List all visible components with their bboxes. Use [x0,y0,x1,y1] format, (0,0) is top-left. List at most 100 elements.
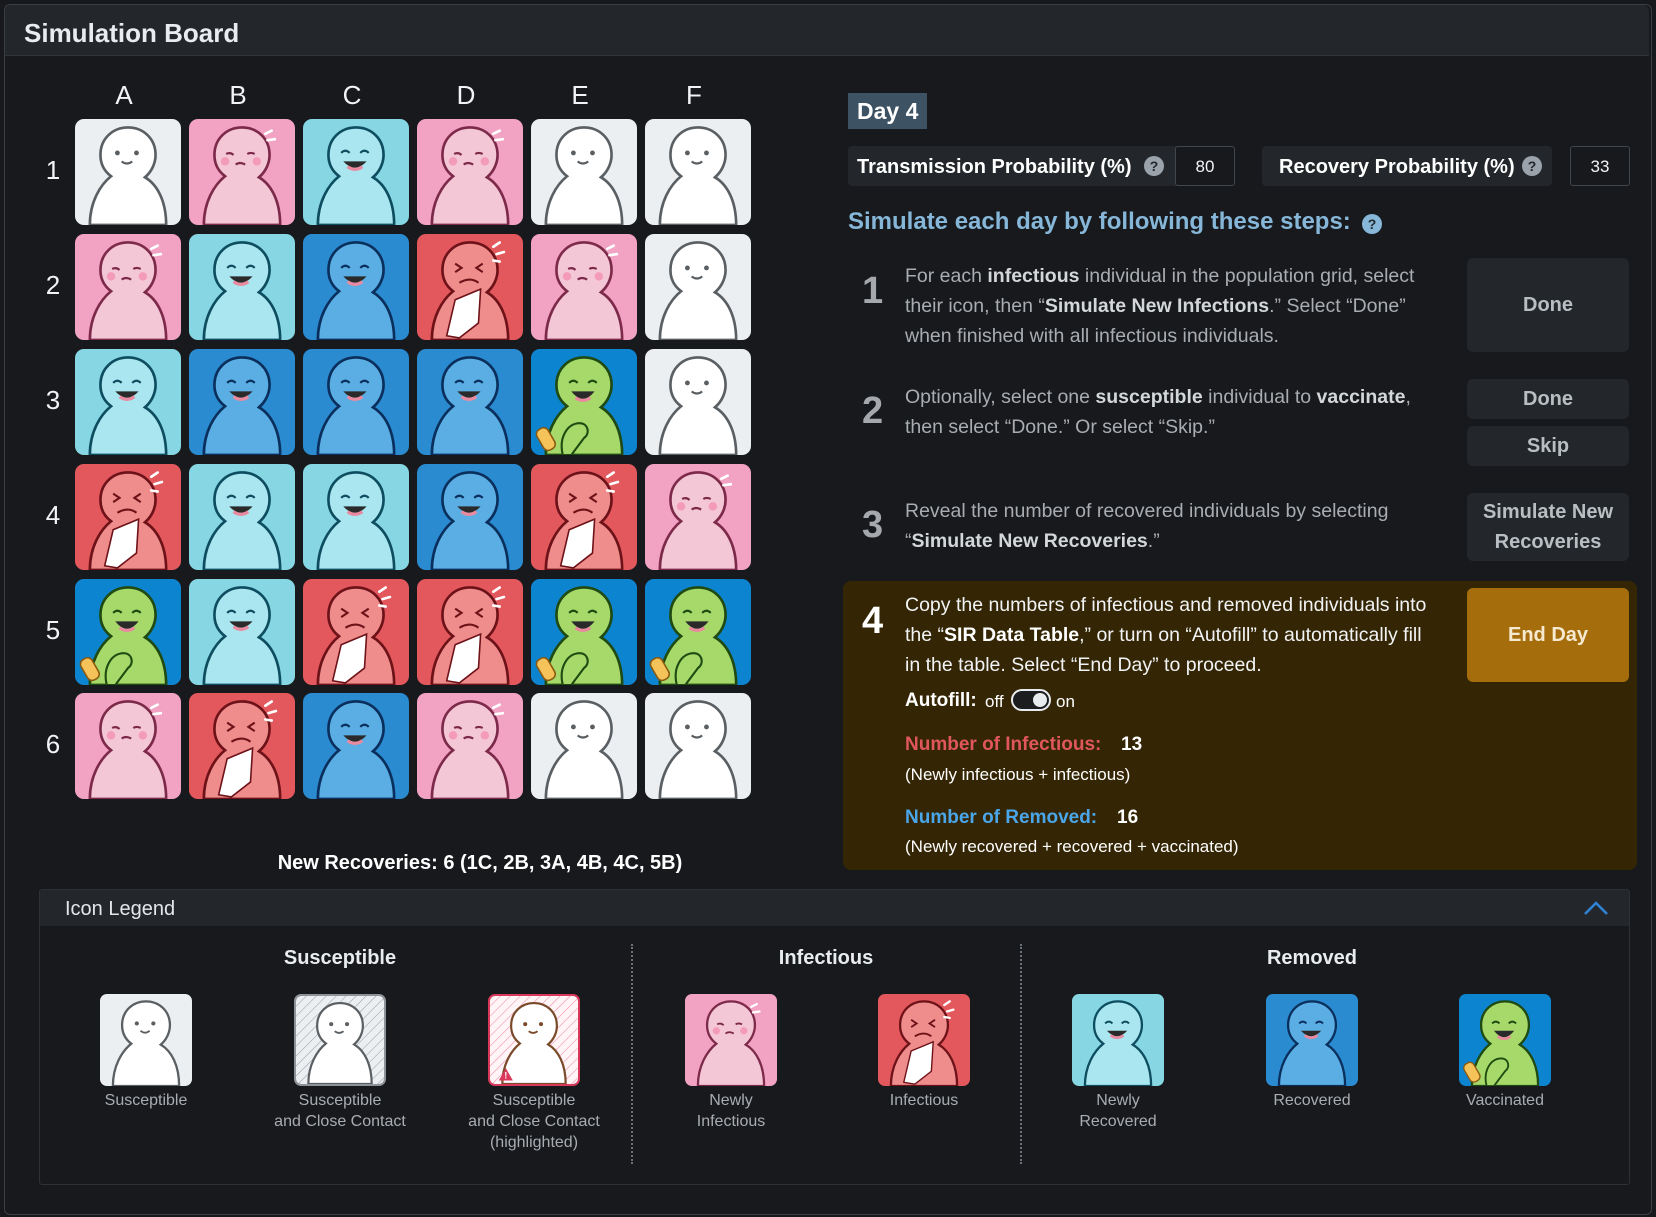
grid-cell-5a-vaccinated-icon[interactable] [75,579,181,685]
grid-cell-1f-susceptible-icon[interactable] [645,119,751,225]
title-bar: Simulation Board [5,5,1649,56]
help-icon[interactable]: ? [1522,156,1542,176]
grid-cell-1a-susceptible-icon[interactable] [75,119,181,225]
grid-cell-3c-recovered-icon[interactable] [303,349,409,455]
grid-cell-1c-newly-recovered-icon[interactable] [303,119,409,225]
grid-cell-1d-newly-infectious-icon[interactable] [417,119,523,225]
grid-cell-5e-vaccinated-icon[interactable] [531,579,637,685]
recovery-probability-box: Recovery Probability (%) ? [1262,146,1552,186]
legend-infectious-label: Infectious [889,1092,959,1109]
grid-cell-3a-newly-recovered-icon[interactable] [75,349,181,455]
column-header-d: D [456,80,476,110]
new-recoveries-text: New Recoveries: 6 (1C, 2B, 3A, 4B, 4C, 5… [277,852,683,874]
number-infectious-note: (Newly infectious + infectious) [905,765,1131,784]
simulate-new-recoveries-button[interactable]: Simulate New Recoveries [1467,493,1629,561]
number-removed-label: Number of Removed: [905,807,1098,828]
grid-cell-2a-newly-infectious-icon[interactable] [75,234,181,340]
grid-cell-6f-susceptible-icon[interactable] [645,693,751,799]
legend-title: Icon Legend [65,898,176,920]
column-header-f: F [686,80,702,110]
legend-vaccinated-icon [1459,994,1551,1086]
legend-group-removed: Removed [1266,947,1358,969]
column-header-a: A [115,80,133,110]
grid-cell-5f-vaccinated-icon[interactable] [645,579,751,685]
legend-divider [1020,944,1022,1164]
help-icon[interactable]: ? [1144,156,1164,176]
grid-cell-6c-recovered-icon[interactable] [303,693,409,799]
transmission-probability-input[interactable]: 80 [1175,146,1235,186]
steps-heading-text: Simulate each day by following these ste… [848,208,1351,235]
grid-cell-1e-susceptible-icon[interactable] [531,119,637,225]
grid-cell-6a-newly-infectious-icon[interactable] [75,693,181,799]
grid-cell-2b-newly-recovered-icon[interactable] [189,234,295,340]
grid-cell-2f-susceptible-icon[interactable] [645,234,751,340]
icon-legend: Icon Legend [39,889,1630,1185]
legend-newly-infectious-label: Newly Infectious [696,1092,766,1130]
step-2-number: 2 [862,390,884,432]
legend-header[interactable]: Icon Legend [40,890,1629,926]
row-header-6: 6 [45,729,61,759]
grid-cell-5b-newly-recovered-icon[interactable] [189,579,295,685]
grid-cell-2d-infectious-icon[interactable] [417,234,523,340]
column-header-c: C [342,80,362,110]
grid-cell-5d-infectious-icon[interactable] [417,579,523,685]
grid-cell-4f-newly-infectious-icon[interactable] [645,464,751,570]
step-1-done-button[interactable]: Done [1467,258,1629,352]
row-header-2: 2 [45,270,61,300]
recovery-probability-label: Recovery Probability (%) [1279,156,1515,178]
legend-infectious-icon [878,994,970,1086]
legend-close-contact-label: Susceptible and Close Contact [274,1092,406,1130]
grid-cell-3e-vaccinated-icon[interactable] [531,349,637,455]
grid-cell-6e-susceptible-icon[interactable] [531,693,637,799]
step-2-text: Optionally, select one susceptible indiv… [905,386,1411,438]
day-badge: Day 4 [848,93,928,129]
step-2-skip-button[interactable]: Skip [1467,426,1629,466]
number-infectious-label: Number of Infectious: [905,734,1102,755]
grid-cell-3f-susceptible-icon[interactable] [645,349,751,455]
grid-cell-4b-newly-recovered-icon[interactable] [189,464,295,570]
grid-cell-4d-recovered-icon[interactable] [417,464,523,570]
step-1-number: 1 [862,270,884,312]
legend-close-contact-highlighted-label: Susceptible and Close Contact (highlighted… [468,1092,600,1151]
step-3-text: Reveal the number of recovered individua… [905,500,1389,552]
autofill-on-label: on [1056,692,1075,711]
help-icon[interactable]: ? [1362,214,1382,234]
end-day-button[interactable]: End Day [1467,588,1629,682]
legend-close-contact-highlighted-icon: ! [488,994,580,1086]
grid-cell-4e-infectious-icon[interactable] [531,464,637,570]
grid-cell-2c-recovered-icon[interactable] [303,234,409,340]
step-4-number: 4 [862,600,884,642]
autofill-toggle[interactable] [1011,689,1051,711]
legend-divider [631,944,633,1164]
autofill-label: Autofill: [905,690,977,711]
steps-heading: Simulate each day by following these ste… [848,208,1351,236]
grid-cell-2e-newly-infectious-icon[interactable] [531,234,637,340]
grid-cell-4c-newly-recovered-icon[interactable] [303,464,409,570]
legend-newly-infectious-icon [685,994,777,1086]
recovery-probability-input[interactable]: 33 [1570,146,1630,186]
legend-vaccinated-label: Vaccinated [1466,1092,1544,1109]
row-header-4: 4 [45,500,61,530]
legend-newly-recovered-label: Newly Recovered [1079,1092,1157,1130]
chevron-up-icon[interactable] [1583,898,1609,918]
number-removed-value: 16 [1117,807,1139,828]
legend-newly-recovered-icon [1072,994,1164,1086]
legend-recovered-label: Recovered [1273,1092,1351,1109]
autofill-off-label: off [985,692,1004,711]
grid-cell-6b-infectious-icon[interactable] [189,693,295,799]
page-title: Simulation Board [24,18,240,48]
step-2-done-button[interactable]: Done [1467,379,1629,419]
grid-cell-1b-newly-infectious-icon[interactable] [189,119,295,225]
grid-cell-6d-newly-infectious-icon[interactable] [417,693,523,799]
grid-cell-3d-recovered-icon[interactable] [417,349,523,455]
transmission-probability-box: Transmission Probability (%) ? [848,146,1208,186]
grid-cell-4a-infectious-icon[interactable] [75,464,181,570]
grid-cell-3b-recovered-icon[interactable] [189,349,295,455]
row-header-5: 5 [45,615,61,645]
svg-text:!: ! [504,1071,507,1081]
legend-susceptible-label: Susceptible [104,1092,188,1109]
step-3-number: 3 [862,504,884,546]
legend-group-susceptible: Susceptible [283,947,397,969]
grid-cell-5c-infectious-icon[interactable] [303,579,409,685]
number-removed-note: (Newly recovered + recovered + vaccinate… [905,837,1239,856]
